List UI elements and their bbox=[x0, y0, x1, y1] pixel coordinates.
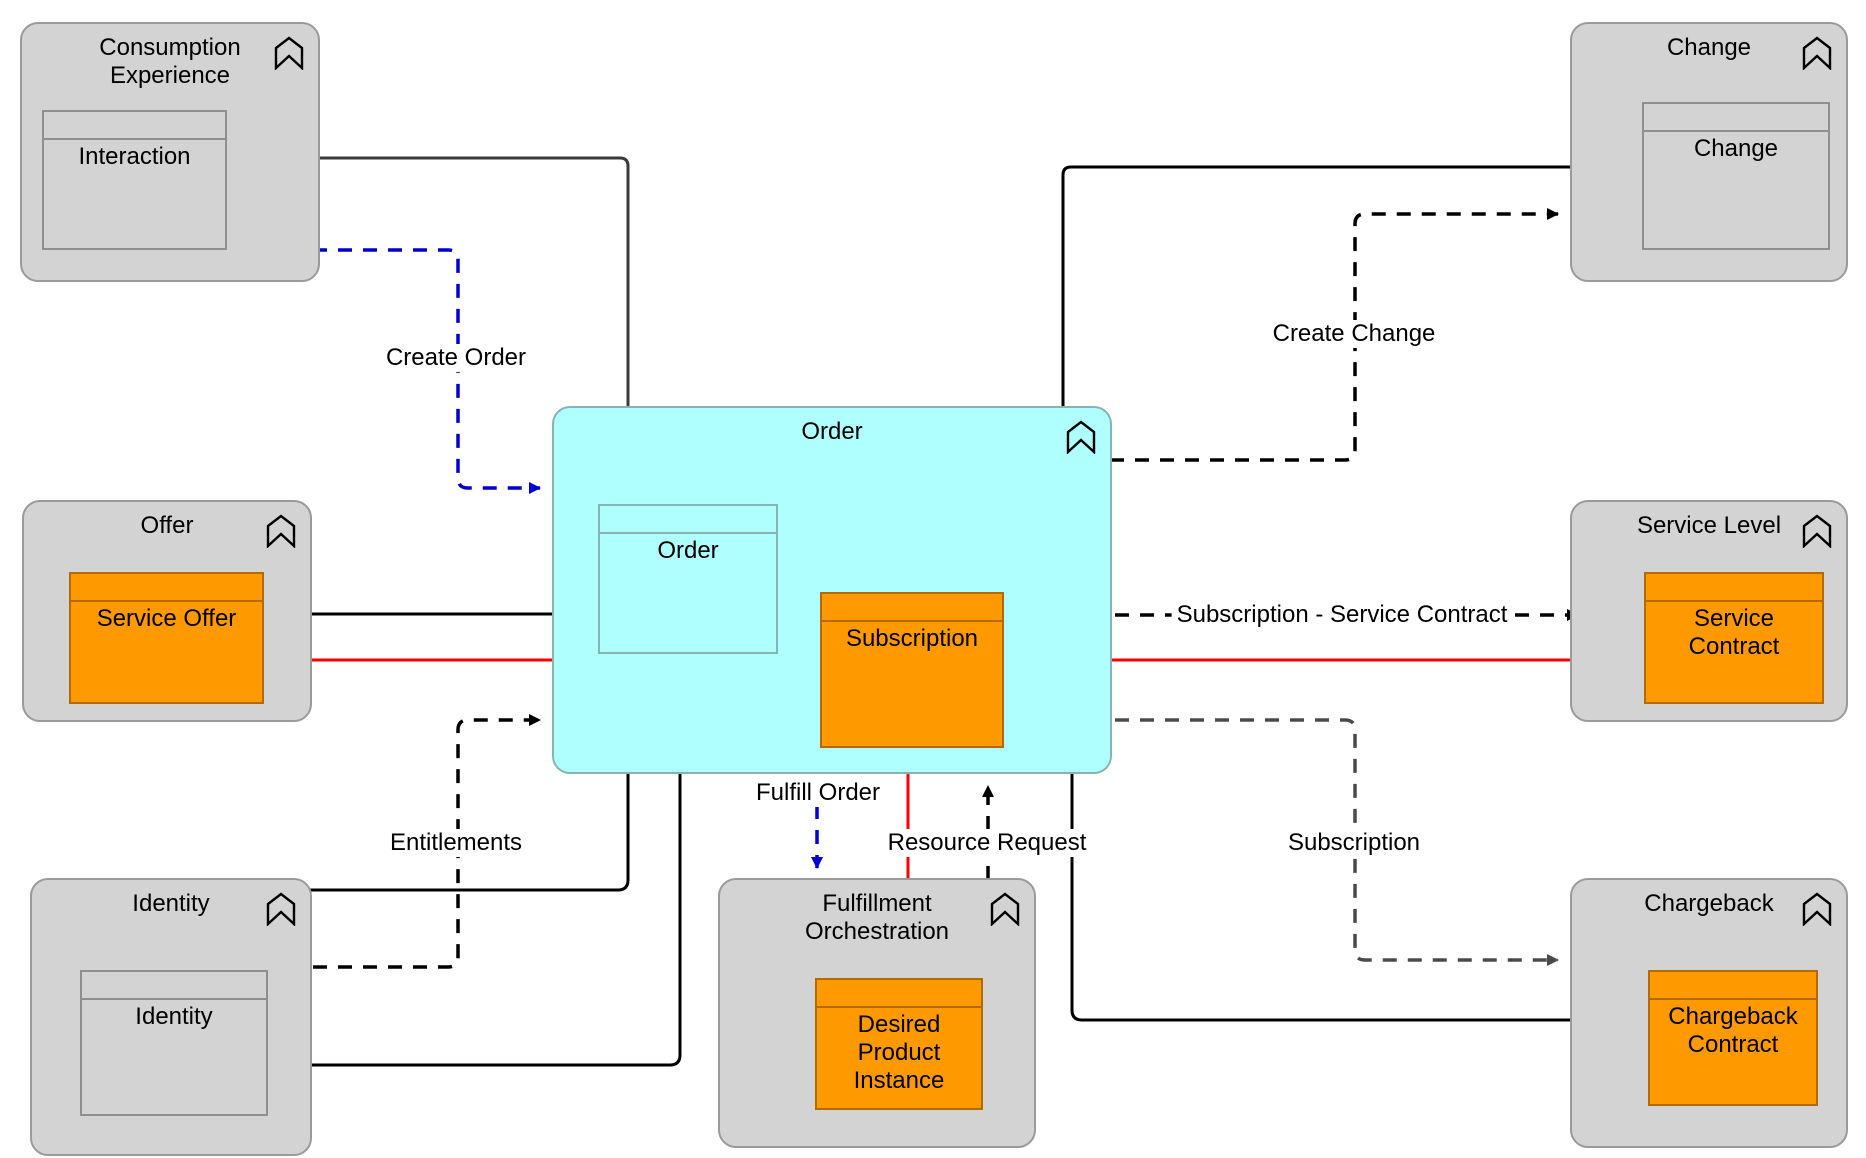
group-service-level[interactable]: Service Level Service Contract bbox=[1570, 500, 1848, 722]
capability-chevron-icon bbox=[990, 892, 1020, 926]
element-label-subscription: Subscription bbox=[845, 625, 979, 652]
element-chargeback-contract[interactable]: Chargeback Contract bbox=[1648, 970, 1818, 1106]
group-order[interactable]: Order Order Subscription bbox=[552, 406, 1112, 774]
element-header-bar bbox=[71, 574, 262, 602]
element-interaction[interactable]: Interaction bbox=[42, 110, 227, 250]
element-change[interactable]: Change bbox=[1642, 102, 1830, 250]
group-fulfillment-orchestration[interactable]: Fulfillment Orchestration Desired Produc… bbox=[718, 878, 1036, 1148]
edge-label-entitlements: Entitlements bbox=[384, 829, 528, 857]
element-label-service-offer: Service Offer bbox=[96, 605, 237, 632]
element-service-offer[interactable]: Service Offer bbox=[69, 572, 264, 704]
group-title-order: Order bbox=[801, 418, 863, 445]
element-identity[interactable]: Identity bbox=[80, 970, 268, 1116]
element-desired-product-instance[interactable]: Desired Product Instance bbox=[815, 978, 983, 1110]
element-header-bar bbox=[1650, 972, 1816, 1000]
capability-chevron-icon bbox=[1066, 420, 1096, 454]
element-header-bar bbox=[82, 972, 266, 1000]
capability-chevron-icon bbox=[266, 892, 296, 926]
element-label-identity: Identity bbox=[135, 1003, 213, 1030]
group-change[interactable]: Change Change bbox=[1570, 22, 1848, 282]
element-label-desired-product-instance: Desired Product Instance bbox=[853, 1011, 945, 1094]
element-header-bar bbox=[1646, 574, 1822, 602]
edge-label-resource-request: Resource Request bbox=[882, 829, 1092, 857]
edge-label-subscription-service-contract: Subscription - Service Contract bbox=[1171, 601, 1513, 629]
element-label-chargeback-contract: Chargeback Contract bbox=[1668, 1003, 1798, 1058]
group-offer[interactable]: Offer Service Offer bbox=[22, 500, 312, 722]
capability-chevron-icon bbox=[1802, 36, 1832, 70]
group-title-fulfillment-orchestration: Fulfillment Orchestration bbox=[804, 890, 950, 945]
edge-label-create-order: Create Order bbox=[380, 344, 532, 372]
element-label-service-contract: Service Contract bbox=[1688, 605, 1780, 660]
diagram-canvas: Consumption Experience Interaction Chang… bbox=[0, 0, 1866, 1158]
group-chargeback[interactable]: Chargeback Chargeback Contract bbox=[1570, 878, 1848, 1148]
element-label-change: Change bbox=[1693, 135, 1779, 162]
group-consumption-experience[interactable]: Consumption Experience Interaction bbox=[20, 22, 320, 282]
element-subscription[interactable]: Subscription bbox=[820, 592, 1004, 748]
edge-label-subscription: Subscription bbox=[1282, 829, 1426, 857]
element-header-bar bbox=[817, 980, 981, 1008]
element-header-bar bbox=[822, 594, 1002, 622]
group-identity[interactable]: Identity Identity bbox=[30, 878, 312, 1156]
capability-chevron-icon bbox=[266, 514, 296, 548]
element-label-order: Order bbox=[657, 537, 719, 564]
capability-chevron-icon bbox=[1802, 892, 1832, 926]
capability-chevron-icon bbox=[274, 36, 304, 70]
edge-label-create-change: Create Change bbox=[1267, 320, 1441, 348]
element-header-bar bbox=[1644, 104, 1828, 132]
element-order[interactable]: Order bbox=[598, 504, 778, 654]
element-service-contract[interactable]: Service Contract bbox=[1644, 572, 1824, 704]
element-header-bar bbox=[44, 112, 225, 140]
edge-label-fulfill-order: Fulfill Order bbox=[750, 779, 886, 807]
element-label-interaction: Interaction bbox=[78, 143, 191, 170]
element-header-bar bbox=[600, 506, 776, 534]
capability-chevron-icon bbox=[1802, 514, 1832, 548]
